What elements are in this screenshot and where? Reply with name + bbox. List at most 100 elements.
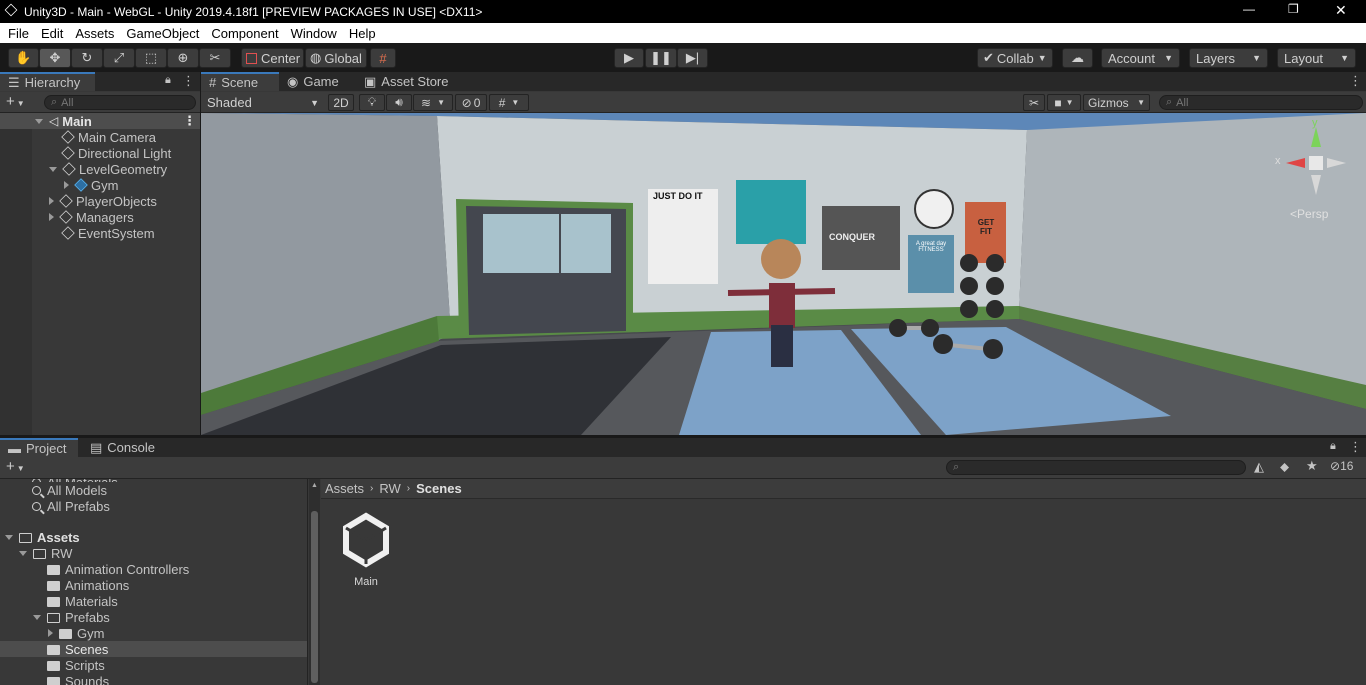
tab-project[interactable]: ▬ Project [0,438,78,457]
menu-component[interactable]: Component [205,26,284,41]
hidden-packages-toggle[interactable]: ⊘16 [1330,459,1353,473]
panel-menu-icon[interactable]: ⋮ [1349,73,1362,89]
cloud-button[interactable]: ☁ [1062,48,1093,68]
folder-item[interactable]: Animations [0,577,129,593]
menu-file[interactable]: File [0,26,35,41]
scene-row-main[interactable]: ◁ Main ⋮ [0,113,200,129]
scene-menu-icon[interactable]: ⋮ [183,113,196,129]
folder-item-rw[interactable]: RW [0,545,72,561]
move-tool-button[interactable]: ✥ [39,48,71,68]
hierarchy-item-managers[interactable]: Managers [0,209,134,225]
orientation-gizmo[interactable]: y x <Persp [1271,117,1361,238]
breadcrumb-item[interactable]: RW [379,481,400,496]
rotate-tool-button[interactable]: ↻ [71,48,103,68]
expand-arrow-icon[interactable] [64,181,69,189]
expand-arrow-icon[interactable] [49,197,54,205]
pause-button[interactable]: ❚❚ [645,48,677,68]
snap-button[interactable]: # [370,48,396,68]
layout-dropdown[interactable]: Layout ▼ [1277,48,1356,68]
gizmos-dropdown[interactable]: Gizmos ▼ [1083,94,1150,111]
layers-dropdown[interactable]: Layers ▼ [1189,48,1268,68]
project-search-input[interactable]: ⌕ [946,460,1246,475]
account-dropdown[interactable]: Account ▼ [1101,48,1180,68]
tab-asset-store[interactable]: ▣ Asset Store [356,72,457,91]
folder-item-prefabs[interactable]: Prefabs [0,609,110,625]
effects-dropdown[interactable]: ≋ ▼ [413,94,453,111]
grid-dropdown[interactable]: # ▼ [489,94,529,111]
panel-menu-icon[interactable]: ⋮ [182,73,195,89]
panel-menu-icon[interactable]: ⋮ [1349,439,1362,455]
camera-dropdown[interactable]: ■ ▼ [1047,94,1081,111]
breadcrumb-item[interactable]: Scenes [416,481,462,496]
asset-label: Main [354,576,378,588]
folder-item-scenes[interactable]: Scenes [0,641,307,657]
hierarchy-item-main-camera[interactable]: Main Camera [0,129,156,145]
minimize-button[interactable]: — [1243,2,1255,16]
custom-tool-button[interactable]: ✂ [199,48,231,68]
shading-mode-dropdown[interactable]: Shaded ▼ [203,94,323,111]
favorites-star-icon[interactable]: ★ [1306,458,1318,474]
tab-label: Console [107,440,155,455]
breadcrumb-item[interactable]: Assets [325,481,364,496]
toggle-2d-button[interactable]: 2D [328,94,354,111]
audio-toggle[interactable]: 🔊︎ [386,94,412,111]
filter-by-type-icon[interactable]: ◭ [1254,459,1264,475]
scale-tool-button[interactable]: ⤢ [103,48,135,68]
scene-viewport[interactable]: JUST DO IT CONQUER GET FIT A great day F… [201,113,1366,435]
expand-arrow-icon[interactable] [49,166,57,172]
expand-arrow-icon[interactable] [35,118,43,124]
tab-hierarchy[interactable]: ☰ Hierarchy [0,72,95,91]
rect-tool-button[interactable]: ⬚ [135,48,167,68]
tree-scrollbar[interactable]: ▲ [309,479,320,685]
tab-console[interactable]: ▤ Console [82,438,163,457]
collab-dropdown[interactable]: ✔ Collab ▼ [977,48,1053,68]
menu-help[interactable]: Help [343,26,382,41]
persp-toggle[interactable]: <Persp [1290,207,1328,221]
scene-search-input[interactable]: ⌕ All [1159,95,1363,110]
pivot-toggle[interactable]: Center [241,48,304,68]
space-toggle[interactable]: ◍ Global [305,48,367,68]
expand-arrow-icon[interactable] [5,534,13,540]
favorite-item[interactable]: All Models [0,482,300,498]
tools-button[interactable]: ✂ [1023,94,1045,111]
hidden-objects-toggle[interactable]: ⊘ 0 [455,94,487,111]
folder-item-gym[interactable]: Gym [0,625,104,641]
menu-edit[interactable]: Edit [35,26,69,41]
asset-item-main-scene[interactable]: Main [336,510,396,590]
hierarchy-item-playerobjects[interactable]: PlayerObjects [0,193,157,209]
expand-arrow-icon[interactable] [33,614,41,620]
expand-arrow-icon[interactable] [48,629,53,637]
hierarchy-item-eventsystem[interactable]: EventSystem [0,225,155,241]
hierarchy-item-gym[interactable]: Gym [0,177,118,193]
create-add-button[interactable]: + ▼ [6,93,25,110]
favorite-item[interactable]: All Prefabs [0,498,110,514]
lighting-toggle[interactable]: 💡︎ [359,94,385,111]
play-button[interactable]: ▶ [614,48,644,68]
scrollbar-thumb[interactable] [311,511,318,683]
transform-tool-button[interactable]: ⊕ [167,48,199,68]
folder-item[interactable]: Scripts [0,657,105,673]
lock-icon[interactable]: 🔒︎ [1330,440,1336,453]
folder-item[interactable]: Sounds [0,673,109,685]
step-button[interactable]: ▶| [677,48,708,68]
expand-arrow-icon[interactable] [49,213,54,221]
menu-gameobject[interactable]: GameObject [120,26,205,41]
hierarchy-item-directional-light[interactable]: Directional Light [0,145,171,161]
maximize-button[interactable]: ❐ [1288,2,1299,16]
filter-by-label-icon[interactable]: ⬥ [1280,459,1289,475]
tab-scene[interactable]: # Scene [201,72,279,91]
scroll-up-icon[interactable]: ▲ [311,482,318,489]
folder-item[interactable]: Animation Controllers [0,561,189,577]
lock-icon[interactable]: 🔒︎ [165,74,171,87]
folder-item[interactable]: Materials [0,593,118,609]
hand-tool-button[interactable]: ✋ [8,48,39,68]
assets-root[interactable]: Assets [0,529,80,545]
create-add-button[interactable]: + ▼ [6,458,25,475]
close-button[interactable]: ✕ [1335,2,1347,19]
hierarchy-item-levelgeometry[interactable]: LevelGeometry [0,161,167,177]
menu-assets[interactable]: Assets [69,26,120,41]
hierarchy-search-input[interactable]: ⌕ All [44,95,196,110]
tab-game[interactable]: ◉ Game [279,72,347,91]
expand-arrow-icon[interactable] [19,550,27,556]
menu-window[interactable]: Window [285,26,343,41]
